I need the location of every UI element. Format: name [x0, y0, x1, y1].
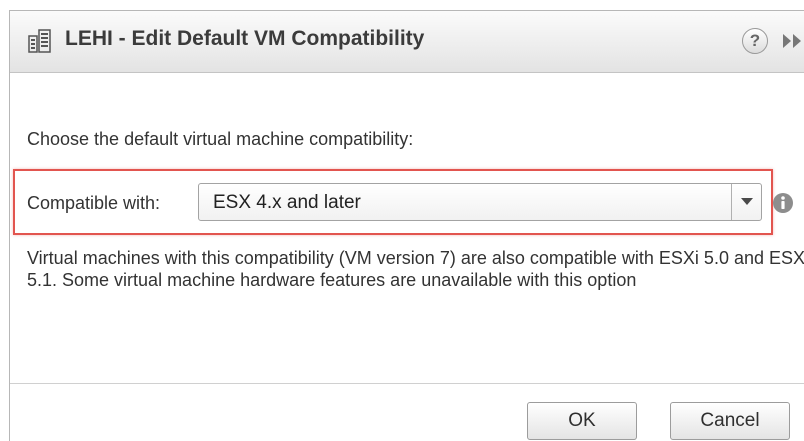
- footer-divider: [10, 383, 804, 384]
- dialog-title: LEHI - Edit Default VM Compatibility: [65, 27, 425, 50]
- compatibility-prompt: Choose the default virtual machine compa…: [27, 129, 414, 149]
- info-icon[interactable]: [772, 192, 794, 214]
- edit-vm-compatibility-dialog: LEHI - Edit Default VM Compatibility ? C…: [9, 10, 804, 441]
- compatible-with-select[interactable]: ESX 4.x and later: [198, 183, 762, 221]
- dropdown-button[interactable]: [731, 184, 761, 220]
- expand-icon[interactable]: [781, 30, 804, 52]
- compatible-with-value: ESX 4.x and later: [213, 192, 361, 213]
- ok-button[interactable]: OK: [527, 402, 637, 440]
- dialog-titlebar: LEHI - Edit Default VM Compatibility ?: [10, 11, 804, 73]
- help-icon[interactable]: ?: [742, 28, 768, 54]
- compatibility-description: Virtual machines with this compatibility…: [27, 248, 804, 290]
- compatible-with-label: Compatible with:: [27, 193, 161, 213]
- cancel-button[interactable]: Cancel: [670, 402, 790, 440]
- chevron-down-icon: [741, 198, 753, 205]
- datacenter-icon: [27, 28, 53, 54]
